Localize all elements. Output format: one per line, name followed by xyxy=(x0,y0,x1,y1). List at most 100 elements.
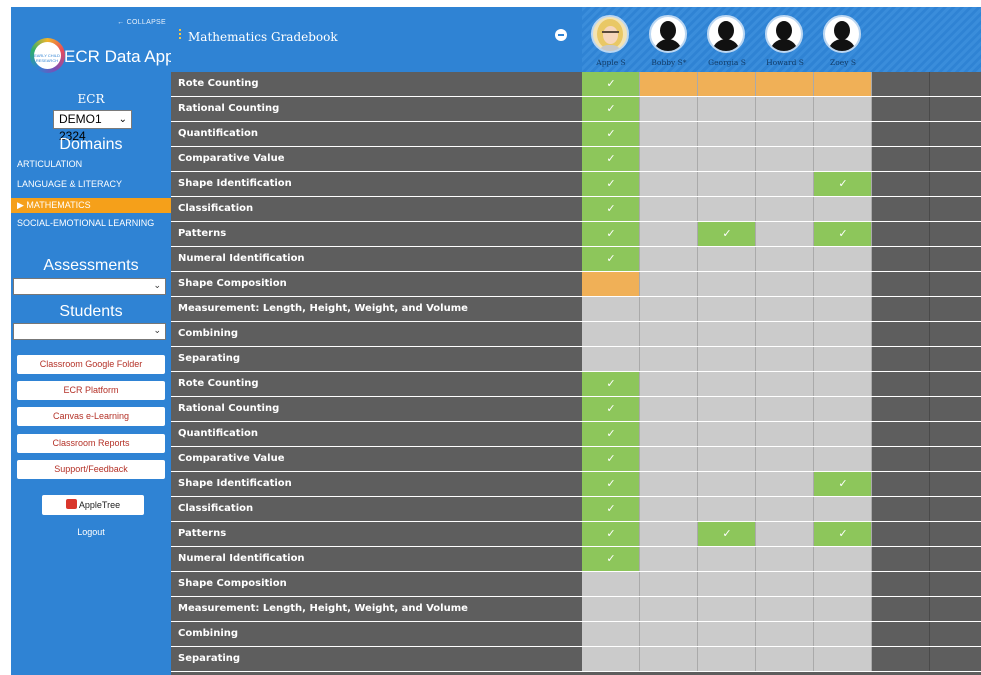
grade-cell-green[interactable]: ✓ xyxy=(582,547,640,571)
grade-cell-empty[interactable] xyxy=(756,597,814,621)
grade-cell-empty[interactable] xyxy=(698,172,756,196)
grade-cell-orange[interactable] xyxy=(756,72,814,96)
classroom-google-folder-link[interactable]: Classroom Google Folder xyxy=(17,355,165,374)
grade-cell-empty[interactable] xyxy=(814,247,872,271)
grade-cell-green[interactable]: ✓ xyxy=(582,497,640,521)
support-feedback-link[interactable]: Support/Feedback xyxy=(17,460,165,479)
grade-cell-empty[interactable] xyxy=(756,347,814,371)
grade-cell-green[interactable]: ✓ xyxy=(582,197,640,221)
grade-cell-empty[interactable] xyxy=(756,572,814,596)
grade-cell-empty[interactable] xyxy=(582,322,640,346)
grade-cell-green[interactable]: ✓ xyxy=(582,172,640,196)
grade-cell-empty[interactable] xyxy=(814,272,872,296)
domain-item-mathematics[interactable]: ▶ MATHEMATICS xyxy=(11,198,171,213)
domain-item-language-literacy[interactable]: LANGUAGE & LITERACY xyxy=(11,179,171,190)
grade-cell-empty[interactable] xyxy=(698,97,756,121)
grade-cell-empty[interactable] xyxy=(698,272,756,296)
grade-cell-empty[interactable] xyxy=(698,397,756,421)
grade-cell-empty[interactable] xyxy=(640,447,698,471)
grade-cell-empty[interactable] xyxy=(814,347,872,371)
grade-cell-empty[interactable] xyxy=(756,122,814,146)
students-select[interactable]: ⌄ xyxy=(13,323,166,340)
grade-cell-empty[interactable] xyxy=(640,197,698,221)
grade-cell-empty[interactable] xyxy=(640,122,698,146)
grade-cell-green[interactable]: ✓ xyxy=(698,522,756,546)
grade-cell-empty[interactable] xyxy=(698,122,756,146)
appletree-button[interactable]: AppleTree xyxy=(42,495,144,515)
grade-cell-empty[interactable] xyxy=(640,247,698,271)
collapse-button[interactable]: ← COLLAPSE xyxy=(117,19,166,26)
grade-cell-empty[interactable] xyxy=(756,447,814,471)
grade-cell-green[interactable]: ✓ xyxy=(698,222,756,246)
grade-cell-empty[interactable] xyxy=(640,622,698,646)
grade-cell-empty[interactable] xyxy=(756,297,814,321)
grade-cell-empty[interactable] xyxy=(582,622,640,646)
grade-cell-empty[interactable] xyxy=(640,147,698,171)
grade-cell-empty[interactable] xyxy=(640,372,698,396)
grade-cell-empty[interactable] xyxy=(698,647,756,671)
grade-cell-empty[interactable] xyxy=(756,172,814,196)
student-column-header[interactable]: Georgia S xyxy=(698,7,756,72)
grade-cell-empty[interactable] xyxy=(640,422,698,446)
student-column-header[interactable]: Howard S xyxy=(756,7,814,72)
grade-cell-green[interactable]: ✓ xyxy=(582,372,640,396)
grade-cell-empty[interactable] xyxy=(756,197,814,221)
grade-cell-empty[interactable] xyxy=(640,347,698,371)
grade-cell-empty[interactable] xyxy=(698,322,756,346)
grade-cell-empty[interactable] xyxy=(640,322,698,346)
grade-cell-empty[interactable] xyxy=(756,147,814,171)
grade-cell-empty[interactable] xyxy=(814,597,872,621)
grade-cell-green[interactable]: ✓ xyxy=(582,447,640,471)
grade-cell-empty[interactable] xyxy=(756,372,814,396)
classroom-reports-link[interactable]: Classroom Reports xyxy=(17,434,165,453)
grade-cell-green[interactable]: ✓ xyxy=(814,472,872,496)
grade-cell-empty[interactable] xyxy=(756,522,814,546)
grade-cell-empty[interactable] xyxy=(698,422,756,446)
grade-cell-empty[interactable] xyxy=(756,247,814,271)
grade-cell-green[interactable]: ✓ xyxy=(582,72,640,96)
grade-cell-empty[interactable] xyxy=(814,622,872,646)
grade-cell-empty[interactable] xyxy=(698,197,756,221)
grade-cell-empty[interactable] xyxy=(640,222,698,246)
grade-cell-green[interactable]: ✓ xyxy=(582,122,640,146)
grade-cell-empty[interactable] xyxy=(814,497,872,521)
grade-cell-green[interactable]: ✓ xyxy=(582,522,640,546)
grade-cell-empty[interactable] xyxy=(640,572,698,596)
grade-cell-empty[interactable] xyxy=(640,297,698,321)
grade-cell-empty[interactable] xyxy=(640,497,698,521)
student-column-header[interactable]: Bobby S* xyxy=(640,7,698,72)
collapse-minus-button[interactable] xyxy=(555,29,567,41)
grade-cell-empty[interactable] xyxy=(814,647,872,671)
domain-item-articulation[interactable]: ARTICULATION xyxy=(11,159,171,170)
grade-cell-green[interactable]: ✓ xyxy=(582,147,640,171)
grade-cell-empty[interactable] xyxy=(756,322,814,346)
grade-cell-empty[interactable] xyxy=(698,347,756,371)
grade-cell-empty[interactable] xyxy=(814,422,872,446)
grade-cell-green[interactable]: ✓ xyxy=(582,97,640,121)
grade-cell-empty[interactable] xyxy=(698,372,756,396)
grade-cell-green[interactable]: ✓ xyxy=(582,472,640,496)
grade-cell-orange[interactable] xyxy=(640,72,698,96)
grade-cell-empty[interactable] xyxy=(698,497,756,521)
grade-cell-empty[interactable] xyxy=(582,597,640,621)
grade-cell-empty[interactable] xyxy=(640,397,698,421)
ecr-select[interactable]: DEMO1 2324 ⌄ xyxy=(53,110,132,143)
logout-link[interactable]: Logout xyxy=(11,527,171,537)
grade-cell-empty[interactable] xyxy=(698,147,756,171)
grade-cell-empty[interactable] xyxy=(756,222,814,246)
grade-cell-orange[interactable] xyxy=(582,272,640,296)
grade-cell-empty[interactable] xyxy=(640,597,698,621)
grade-cell-empty[interactable] xyxy=(756,547,814,571)
student-column-header[interactable]: Apple S xyxy=(582,7,640,72)
grade-cell-empty[interactable] xyxy=(582,297,640,321)
grade-cell-empty[interactable] xyxy=(756,472,814,496)
grade-cell-empty[interactable] xyxy=(814,372,872,396)
grade-cell-empty[interactable] xyxy=(582,572,640,596)
assessments-select[interactable]: ⌄ xyxy=(13,278,166,295)
grade-cell-empty[interactable] xyxy=(698,597,756,621)
grade-cell-empty[interactable] xyxy=(640,522,698,546)
grade-cell-empty[interactable] xyxy=(814,197,872,221)
canvas-elearning-link[interactable]: Canvas e-Learning xyxy=(17,407,165,426)
grade-cell-empty[interactable] xyxy=(640,97,698,121)
grade-cell-green[interactable]: ✓ xyxy=(582,222,640,246)
